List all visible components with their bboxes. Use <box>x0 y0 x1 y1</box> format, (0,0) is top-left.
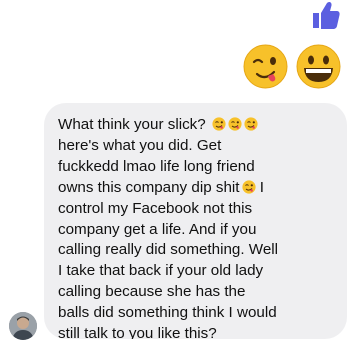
zany-winking-face-emoji[interactable] <box>243 44 288 89</box>
chat-screen: What think your slick? here's what you d… <box>0 0 348 348</box>
message-line: calling really did something. Well <box>58 241 279 259</box>
grinning-face-emoji[interactable] <box>296 44 341 89</box>
avatar[interactable] <box>9 312 37 340</box>
zany-face-icon <box>241 180 256 194</box>
message-line: What think your slick? <box>58 115 335 136</box>
zany-face-icon <box>228 117 242 131</box>
message-line: balls did something think I would <box>58 304 277 322</box>
message-line: I take that back if your old lady <box>58 262 264 280</box>
message-line: still talk to you like this? <box>58 325 217 339</box>
message-line: control my Facebook not this <box>58 199 253 217</box>
message-line: here's what you did. Get <box>58 136 222 154</box>
message-line: company get a life. And if you <box>58 220 257 238</box>
zany-face-icon <box>244 117 258 131</box>
message-bubble[interactable]: What think your slick? here's what you d… <box>44 103 347 339</box>
zany-face-icon <box>212 117 226 131</box>
emoji-message-row <box>243 44 341 89</box>
message-line: owns this company dip shit I <box>58 178 264 196</box>
message-line: fuckkedd lmao life long friend <box>58 157 255 175</box>
message-line: calling because she has the <box>58 283 246 301</box>
thumbs-up-icon[interactable] <box>310 0 340 30</box>
avatar-person-icon <box>9 312 37 340</box>
